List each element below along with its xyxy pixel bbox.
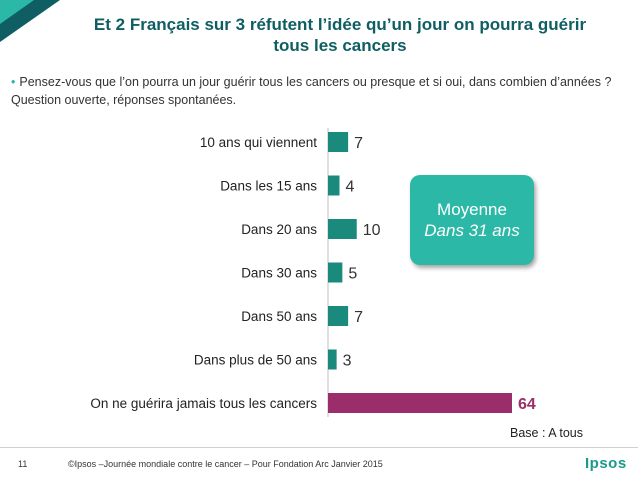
bar xyxy=(328,349,337,370)
value-label: 64 xyxy=(518,396,536,413)
bar xyxy=(328,262,343,283)
bar xyxy=(328,132,349,152)
value-label: 5 xyxy=(348,266,357,283)
category-label: On ne guérira jamais tous les cancers xyxy=(90,396,317,411)
value-label: 7 xyxy=(354,135,363,152)
category-label: Dans plus de 50 ans xyxy=(194,353,317,368)
average-callout: Moyenne Dans 31 ans xyxy=(410,175,534,265)
base-note: Base : A tous xyxy=(510,426,583,440)
value-label: 7 xyxy=(354,309,363,326)
value-label: 4 xyxy=(346,179,355,196)
category-label: Dans 50 ans xyxy=(241,309,317,324)
category-label: 10 ans qui viennent xyxy=(200,135,317,150)
category-label: Dans les 15 ans xyxy=(220,179,317,194)
ipsos-logo: Ipsos xyxy=(585,455,627,472)
bar xyxy=(328,175,340,196)
bar xyxy=(328,219,357,239)
value-label: 10 xyxy=(363,222,381,239)
bar xyxy=(328,393,512,413)
category-label: Dans 30 ans xyxy=(241,266,317,281)
value-label: 3 xyxy=(343,353,352,370)
page-number: 11 xyxy=(18,459,28,469)
copyright-text: ©Ipsos –Journée mondiale contre le cance… xyxy=(68,459,383,469)
average-label: Moyenne xyxy=(437,200,507,219)
footer-divider xyxy=(0,447,638,448)
bar xyxy=(328,306,349,326)
average-value: Dans 31 ans xyxy=(424,221,520,240)
bar-chart: 10 ans qui viennent 7 Dans les 15 ans 4 Dans… xyxy=(90,128,536,417)
category-label: Dans 20 ans xyxy=(241,222,317,237)
